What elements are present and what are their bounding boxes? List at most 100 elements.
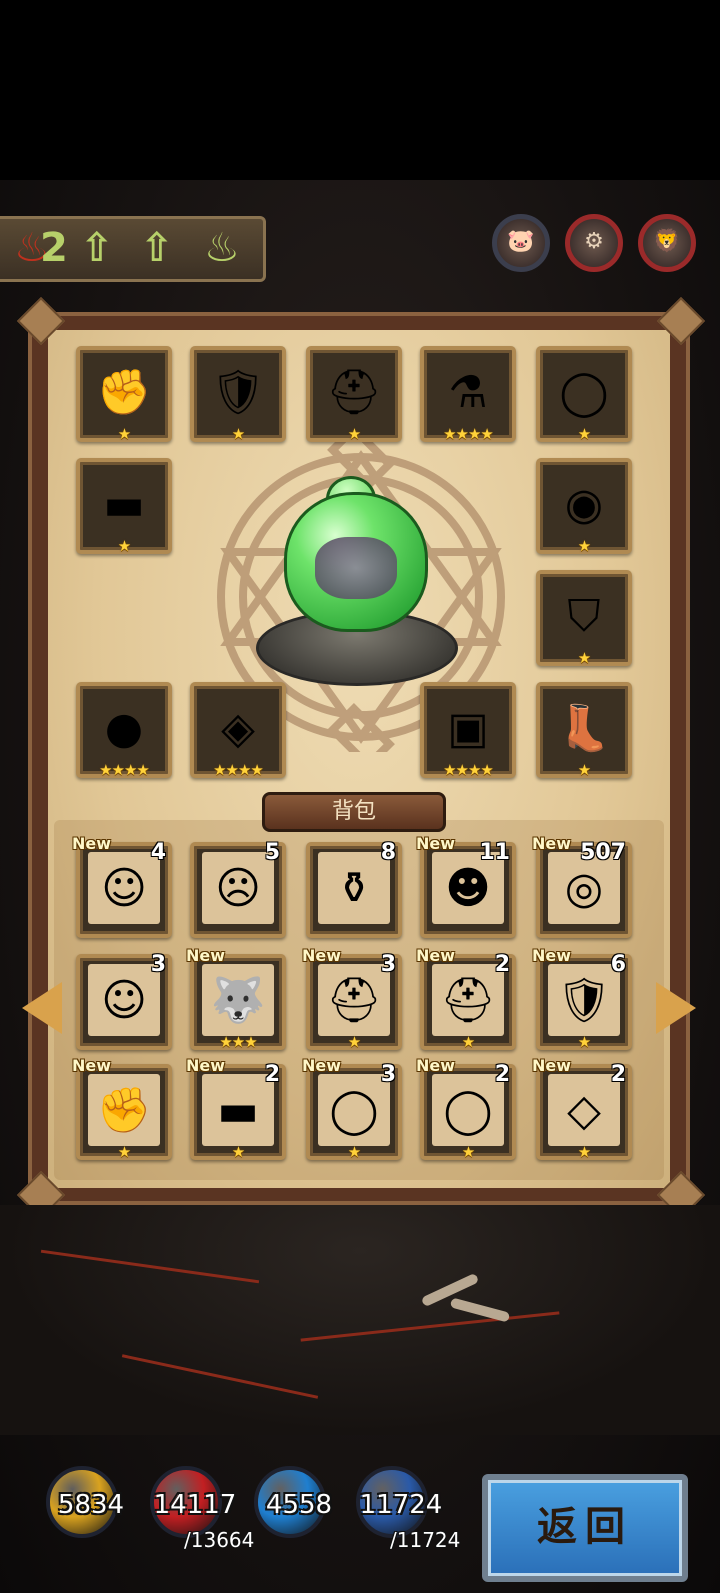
bag-slot[interactable]: ◎ 507 New [532,834,632,938]
bag-slot[interactable]: ☺ 4 New [72,834,172,938]
star-rating: ★ [461,1143,475,1161]
equipment-slot[interactable]: ◈ ★★★★ [190,682,286,779]
boots-icon: 👢 [556,703,612,754]
item-count: 3 [150,952,166,977]
trapped-creature [315,537,397,599]
item-count: 507 [580,840,626,865]
status-strip: ♨ 2 ⇧ ⇧ ♨ [0,216,266,282]
equipment-slot[interactable]: ✊ ★ [76,346,172,443]
equipment-slot[interactable]: 🛡 ★ [190,346,286,443]
chest-box-icon: ▣ [447,702,489,754]
star-rating: ★★★★ [443,425,494,443]
star-rating: ★★★★ [213,761,264,779]
item-count: 4 [150,840,166,865]
slime-character[interactable] [284,492,428,632]
item-count: 6 [610,952,626,977]
bag-slot[interactable]: ⛑ ★ 2 New [416,946,516,1051]
bag-slot[interactable]: ☺ 3 [76,952,172,1050]
new-badge: New [416,946,456,965]
star-rating: ★ [231,425,245,443]
lion-icon: 🦁 [653,229,681,254]
amulet-icon: ◯ [432,1074,504,1146]
bag-slot[interactable]: ☹ 5 [190,840,286,938]
map-icon: ◈ [221,702,255,754]
attack-stat: 5834 [46,1466,124,1538]
star-rating: ★★★★ [99,761,150,779]
chest-armor-icon: 🛡 [548,964,620,1036]
star-rating: ★ [577,1143,591,1161]
ruby-necklace-icon: ◇ [548,1074,620,1146]
star-rating: ★ [461,1033,475,1051]
star-rating: ★ [347,1033,361,1051]
equipment-slot[interactable]: ▣ ★★★★ [420,682,516,779]
new-badge: New [302,1056,342,1075]
yellow-monster-icon: ☺ [88,852,160,924]
star-rating: ★ [117,425,131,443]
new-badge: New [302,946,342,965]
figure-icon: ♨ [204,225,240,271]
gear-token-button[interactable]: ⚙ [565,214,623,272]
back-button[interactable]: 返回 [482,1474,688,1582]
item-count: 2 [264,1062,280,1087]
new-badge: New [72,1056,112,1075]
equipment-slot[interactable]: 👢 ★ [536,682,632,779]
star-rating: ★ [577,537,591,555]
stat-max: /11724 [390,1528,461,1552]
item-count: 2 [610,1062,626,1087]
prev-page-arrow[interactable] [22,982,62,1034]
equipment-slot[interactable]: ⚗ ★★★★ [420,346,516,443]
bag-slot[interactable]: ◇ ★ 2 New [532,1056,632,1161]
up-arrow-icon: ⇧ [80,225,114,271]
star-rating: ★★★ [219,1033,257,1051]
health-stat: 14117/13664 [150,1466,254,1552]
bag-slot[interactable]: ✊ ★ New [72,1056,172,1161]
winged-helmet-icon: ⛑ [326,367,382,418]
star-rating: ★ [577,761,591,779]
bag-slot[interactable]: ◯ ★ 2 New [416,1056,516,1161]
bag-slot[interactable]: 🛡 ★ 6 New [532,946,632,1051]
bag-slot[interactable]: ⛑ ★ 3 New [302,946,402,1051]
pig-token-button[interactable]: 🐷 [492,214,550,272]
new-badge: New [532,834,572,853]
gear-icon: ⚙ [584,229,604,254]
star-rating: ★ [347,425,361,443]
flame-count: 2 [40,225,68,271]
next-page-arrow[interactable] [656,982,696,1034]
wolf-icon: 🐺 [202,964,274,1036]
bag-slot[interactable]: ☻ 11 New [416,834,516,938]
bag-slot[interactable]: ⚱ 8 [306,840,402,938]
star-rating: ★ [577,649,591,667]
chest-armor-icon: 🛡 [210,367,266,418]
item-count: 5 [264,840,280,865]
equipment-slot[interactable]: ▬ ★ [76,458,172,555]
new-badge: New [416,1056,456,1075]
star-rating: ★ [117,537,131,555]
slime-orb-icon: ● [104,702,144,754]
item-count: 3 [380,952,396,977]
silver-ring-icon: ◯ [318,1074,390,1146]
pink-monster-icon: ☹ [202,852,274,924]
bag-slot[interactable]: 🐺 ★★★ New [186,946,286,1051]
pig-icon: 🐷 [507,229,535,254]
top-black-bar [0,0,720,180]
new-badge: New [186,1056,226,1075]
defense-stat: 4558 [254,1466,332,1538]
horned-helmet-icon: ⛑ [432,964,504,1036]
up-arrow-icon: ⇧ [140,225,174,271]
equipment-slot[interactable]: ⛑ ★ [306,346,402,443]
new-badge: New [532,946,572,965]
lava-crack [300,1311,560,1342]
item-count: 2 [494,1062,510,1087]
stat-value: 11724 [359,1490,443,1520]
belt-icon: ▬ [103,478,145,530]
equipment-slot[interactable]: ⛉ ★ [536,570,632,667]
bag-slot[interactable]: ◯ ★ 3 New [302,1056,402,1161]
equipment-slot[interactable]: ◉ ★ [536,458,632,555]
bag-slot[interactable]: ▬ ★ 2 New [186,1056,286,1161]
winged-helmet-icon: ⛑ [318,964,390,1036]
star-rating: ★ [577,1033,591,1051]
new-badge: New [72,834,112,853]
equipment-slot[interactable]: ◯ ★ [536,346,632,443]
equipment-slot[interactable]: ● ★★★★ [76,682,172,779]
lion-token-button[interactable]: 🦁 [638,214,696,272]
